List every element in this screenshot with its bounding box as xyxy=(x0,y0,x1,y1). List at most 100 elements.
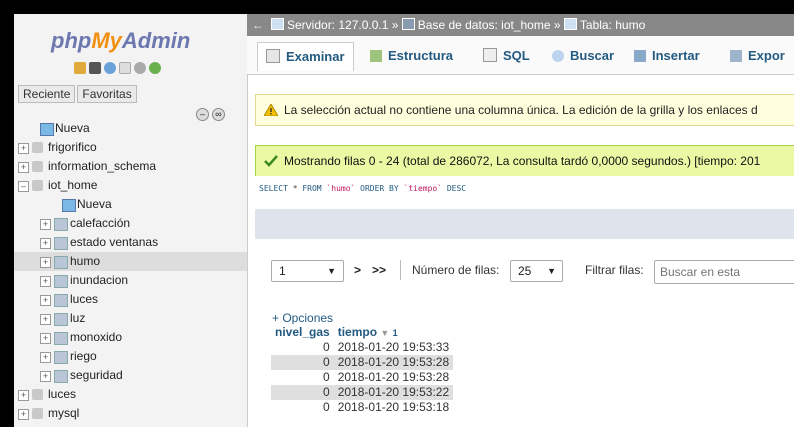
tree-item-label: iot_home xyxy=(48,178,98,192)
tree-item-table[interactable]: + luz xyxy=(14,309,247,328)
logout-icon[interactable] xyxy=(89,62,101,74)
new-icon xyxy=(62,199,76,212)
navigation-sidebar: phpMyAdmin Reciente Favoritas – ∞ Nueva +… xyxy=(14,14,248,427)
tab-browse[interactable]: Examinar xyxy=(257,42,354,71)
tab-structure[interactable]: Estructura xyxy=(362,44,461,68)
column-header-tiempo[interactable]: tiempo ▼ 1 xyxy=(333,324,454,340)
breadcrumb-separator: » xyxy=(391,18,402,32)
tree-item-database[interactable]: – iot_home xyxy=(14,176,247,195)
expand-icon[interactable]: + xyxy=(40,352,51,363)
success-text: Mostrando filas 0 - 24 (total de 286072,… xyxy=(284,154,761,168)
table-icon xyxy=(54,294,68,307)
database-icon xyxy=(32,161,43,172)
tree-item-database[interactable]: + frigorifico xyxy=(14,138,247,157)
collapse-icon[interactable]: – xyxy=(18,181,29,192)
tree-item-database[interactable]: + mysql xyxy=(14,404,247,423)
tree-item-table[interactable]: + inundacion xyxy=(14,271,247,290)
tab-insert[interactable]: Insertar xyxy=(626,44,708,68)
new-icon xyxy=(40,123,54,136)
rows-per-page-select[interactable]: 25 ▼ xyxy=(510,260,563,282)
table-icon xyxy=(54,237,68,250)
sql-icon xyxy=(483,48,497,62)
cell-nivel-gas[interactable]: 0 xyxy=(271,385,334,400)
warning-text: La selección actual no contiene una colu… xyxy=(284,103,758,117)
table-row[interactable]: 0 2018-01-20 19:53:28 xyxy=(271,370,454,385)
tree-item-database[interactable]: + information_schema xyxy=(14,157,247,176)
tree-item-database[interactable]: + luces xyxy=(14,385,247,404)
breadcrumb-table[interactable]: Tabla: humo xyxy=(580,18,645,32)
sql-identifier: `tiempo` xyxy=(398,184,447,193)
database-icon xyxy=(32,408,43,419)
breadcrumb: ← Servidor: 127.0.0.1 » Base de datos: i… xyxy=(247,14,794,36)
sidebar-toolbar xyxy=(74,62,161,74)
sql-keyword: ORDER BY xyxy=(360,184,399,193)
expand-icon[interactable]: + xyxy=(40,371,51,382)
expand-icon[interactable]: + xyxy=(40,314,51,325)
expand-icon[interactable]: + xyxy=(40,257,51,268)
database-icon xyxy=(401,18,415,30)
tree-item-table[interactable]: + luces xyxy=(14,290,247,309)
collapse-panel-icon[interactable]: ← xyxy=(252,14,264,36)
tab-favorites[interactable]: Favoritas xyxy=(77,85,137,103)
insert-icon xyxy=(634,50,646,62)
expand-icon[interactable]: + xyxy=(40,276,51,287)
warning-icon xyxy=(264,104,278,116)
tab-export[interactable]: Expor xyxy=(722,44,793,68)
cell-tiempo[interactable]: 2018-01-20 19:53:28 xyxy=(333,355,454,370)
cell-tiempo[interactable]: 2018-01-20 19:53:28 xyxy=(333,370,454,385)
cell-nivel-gas[interactable]: 0 xyxy=(271,340,334,355)
expand-icon[interactable]: + xyxy=(40,333,51,344)
tree-item-table[interactable]: + seguridad xyxy=(14,366,247,385)
breadcrumb-database[interactable]: Base de datos: iot_home xyxy=(418,18,551,32)
expand-icon[interactable]: + xyxy=(18,409,29,420)
tree-item-table[interactable]: + humo xyxy=(14,252,247,271)
page-select[interactable]: 1 ▼ xyxy=(271,260,344,282)
main-panel: ← Servidor: 127.0.0.1 » Base de datos: i… xyxy=(247,14,794,427)
database-tree: Nueva + frigorifico + information_schema – iot… xyxy=(14,119,247,423)
help-icon[interactable] xyxy=(104,62,116,74)
column-header-nivel-gas[interactable]: nivel_gas xyxy=(271,324,334,340)
tab-sql-label: SQL xyxy=(503,48,530,63)
docs-icon[interactable] xyxy=(119,62,131,74)
tree-item-new[interactable]: Nueva xyxy=(14,195,247,214)
sort-order: 1 xyxy=(392,328,398,338)
tab-search[interactable]: Buscar xyxy=(544,44,622,68)
last-page-button[interactable]: >> xyxy=(372,260,386,280)
warning-notice: La selección actual no contiene una colu… xyxy=(255,94,794,126)
expand-icon[interactable]: + xyxy=(18,143,29,154)
sql-query[interactable]: SELECT * FROM `humo` ORDER BY `tiempo` D… xyxy=(255,176,794,202)
tree-item-table[interactable]: + estado ventanas xyxy=(14,233,247,252)
cell-nivel-gas[interactable]: 0 xyxy=(271,370,334,385)
cell-tiempo[interactable]: 2018-01-20 19:53:18 xyxy=(333,400,454,415)
settings-icon[interactable] xyxy=(134,62,146,74)
expand-icon[interactable]: + xyxy=(18,162,29,173)
table-row[interactable]: 0 2018-01-20 19:53:22 xyxy=(271,385,454,400)
phpmyadmin-logo[interactable]: phpMyAdmin xyxy=(51,28,190,54)
tree-item-label: Nueva xyxy=(77,197,112,211)
home-icon[interactable] xyxy=(74,62,86,74)
cell-tiempo[interactable]: 2018-01-20 19:53:22 xyxy=(333,385,454,400)
breadcrumb-server[interactable]: Servidor: 127.0.0.1 xyxy=(287,18,388,32)
tree-item-table[interactable]: + calefacción xyxy=(14,214,247,233)
reload-icon[interactable] xyxy=(149,62,161,74)
cell-tiempo[interactable]: 2018-01-20 19:53:33 xyxy=(333,340,454,355)
table-row[interactable]: 0 2018-01-20 19:53:33 xyxy=(271,340,454,355)
expand-icon[interactable]: + xyxy=(40,238,51,249)
tree-item-table[interactable]: + monoxido xyxy=(14,328,247,347)
expand-icon[interactable]: + xyxy=(40,219,51,230)
cell-nivel-gas[interactable]: 0 xyxy=(271,355,334,370)
options-toggle[interactable]: + Opciones xyxy=(272,311,333,325)
tree-item-new[interactable]: Nueva xyxy=(14,119,247,138)
tab-recent[interactable]: Reciente xyxy=(18,85,76,103)
expand-icon[interactable]: + xyxy=(40,295,51,306)
tab-sql[interactable]: SQL xyxy=(475,44,538,68)
logo-php: php xyxy=(51,28,92,53)
cell-nivel-gas[interactable]: 0 xyxy=(271,400,334,415)
expand-icon[interactable]: + xyxy=(18,390,29,401)
table-row[interactable]: 0 2018-01-20 19:53:28 xyxy=(271,355,454,370)
tree-item-label: estado ventanas xyxy=(70,235,159,249)
tree-item-table[interactable]: + riego xyxy=(14,347,247,366)
filter-rows-input[interactable] xyxy=(654,260,794,284)
next-page-button[interactable]: > xyxy=(354,260,361,280)
table-row[interactable]: 0 2018-01-20 19:53:18 xyxy=(271,400,454,415)
